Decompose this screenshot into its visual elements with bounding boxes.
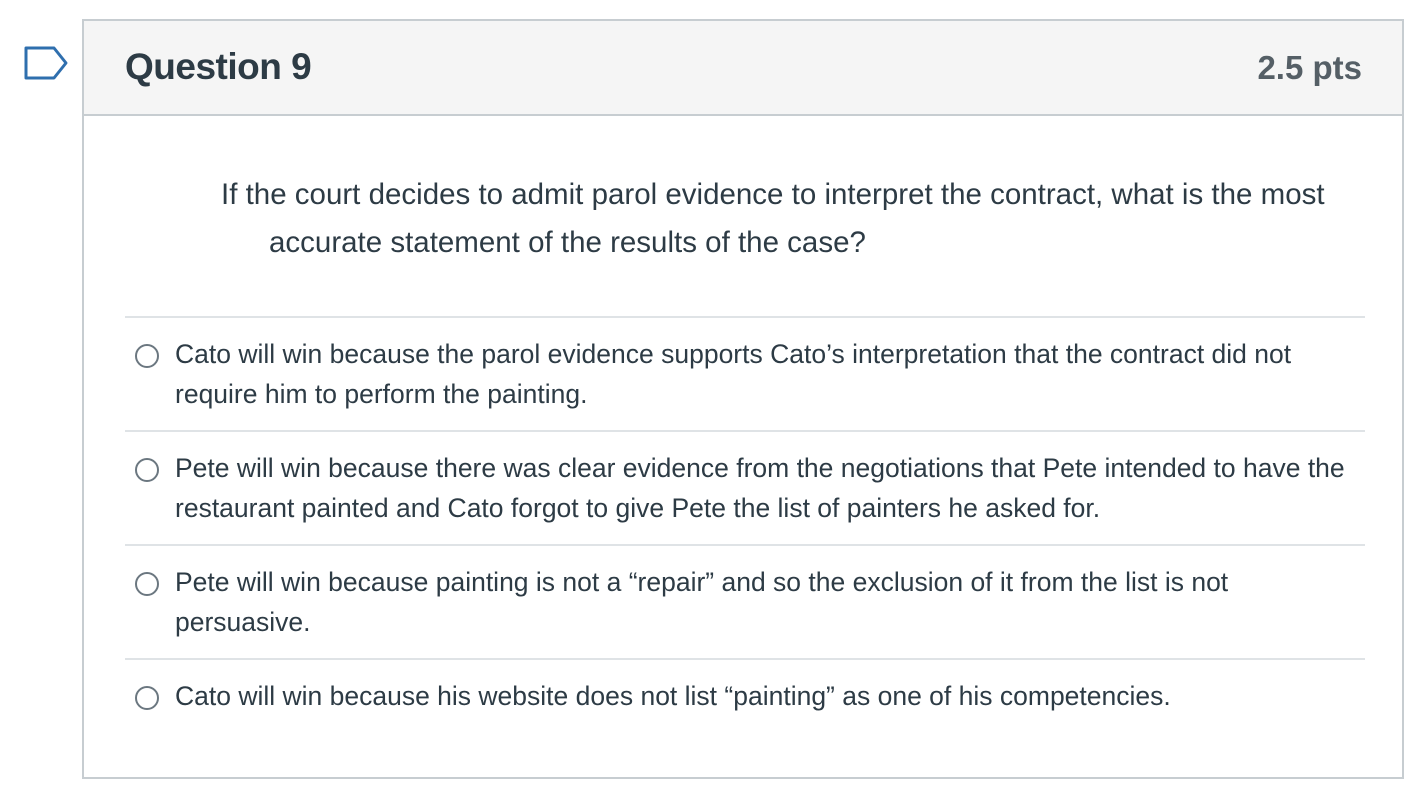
- answer-label[interactable]: Pete will win because painting is not a …: [175, 562, 1365, 642]
- answer-label[interactable]: Pete will win because there was clear ev…: [175, 448, 1365, 528]
- answer-option[interactable]: Pete will win because there was clear ev…: [125, 430, 1365, 544]
- answer-label[interactable]: Cato will win because his website does n…: [175, 676, 1365, 716]
- radio-button[interactable]: [135, 686, 159, 710]
- answer-option[interactable]: Cato will win because his website does n…: [125, 658, 1365, 772]
- radio-button[interactable]: [135, 458, 159, 482]
- answer-option[interactable]: Cato will win because the parol evidence…: [125, 316, 1365, 430]
- answer-label[interactable]: Cato will win because the parol evidence…: [175, 334, 1365, 414]
- flag-question-icon[interactable]: [24, 46, 68, 80]
- radio-button[interactable]: [135, 572, 159, 596]
- answer-list: Cato will win because the parol evidence…: [125, 316, 1365, 772]
- question-header: Question 9 2.5 pts: [84, 21, 1402, 116]
- radio-button[interactable]: [135, 344, 159, 368]
- question-card: Question 9 2.5 pts If the court decides …: [82, 19, 1404, 779]
- question-title: Question 9: [125, 46, 312, 87]
- quiz-page: Question 9 2.5 pts If the court decides …: [0, 0, 1426, 802]
- answer-option[interactable]: Pete will win because painting is not a …: [125, 544, 1365, 658]
- question-text: If the court decides to admit parol evid…: [221, 178, 1325, 259]
- question-points: 2.5 pts: [1257, 49, 1362, 86]
